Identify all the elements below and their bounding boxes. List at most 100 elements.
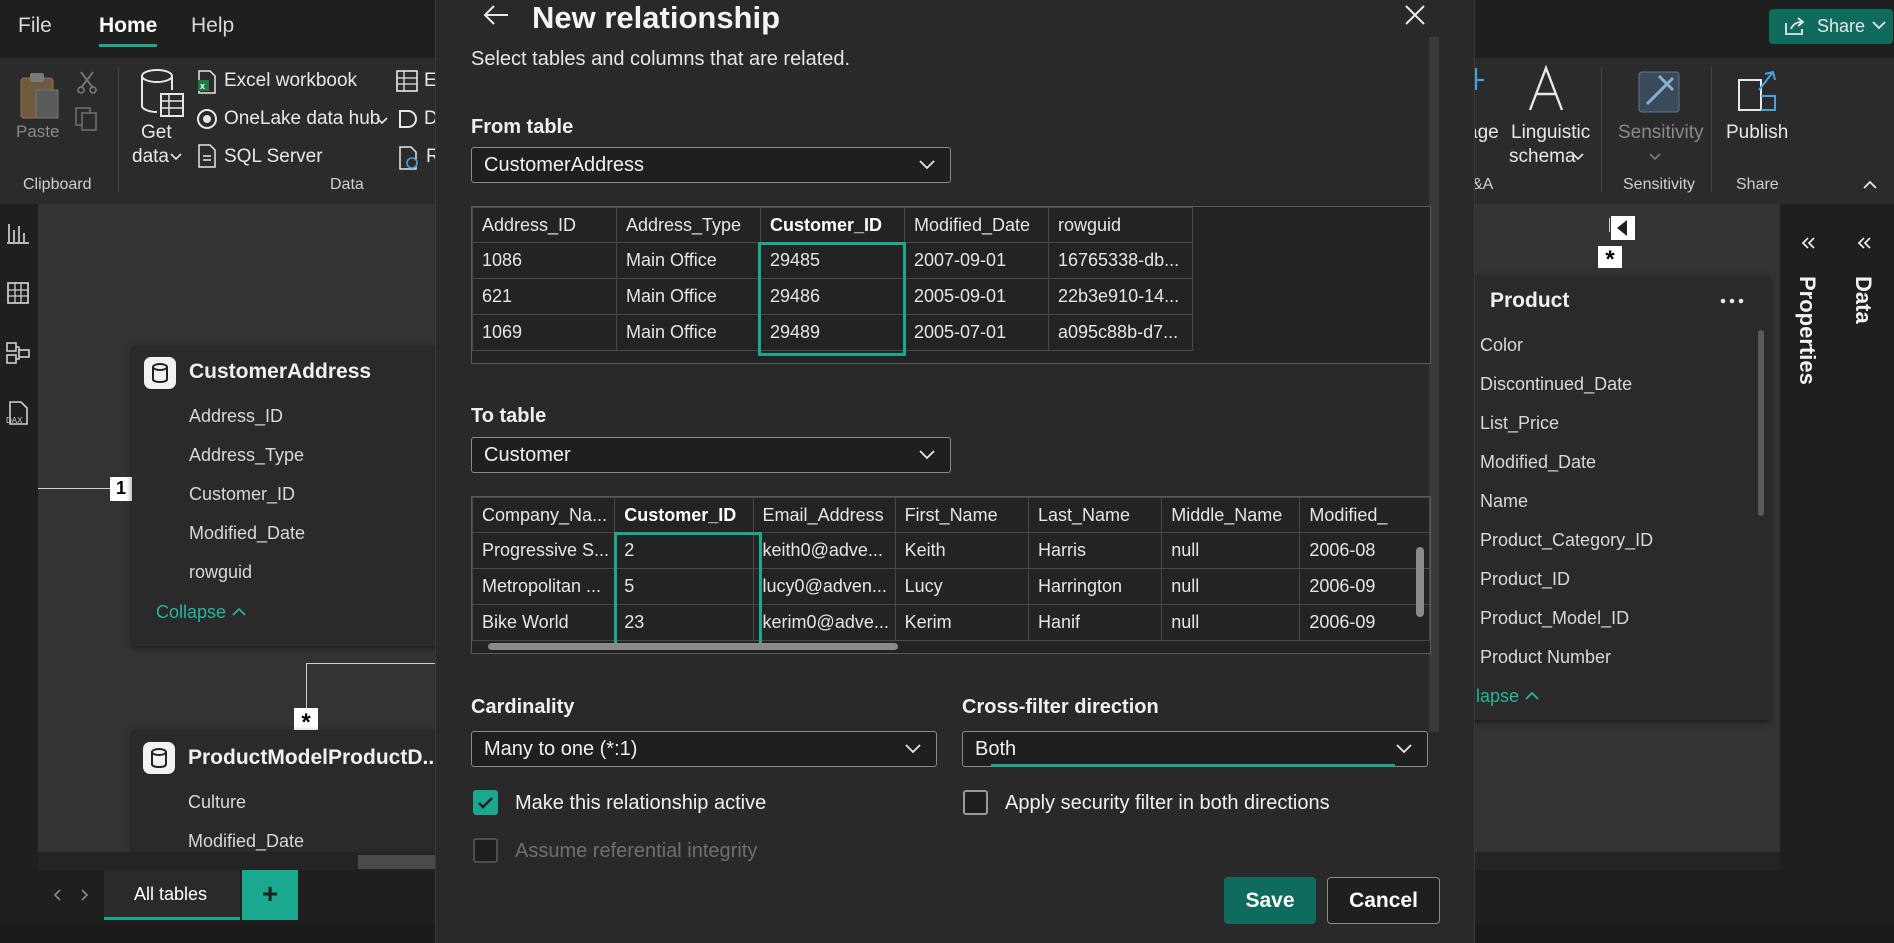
table-cell[interactable]: kerim0@adve... bbox=[752, 604, 896, 641]
table-cell[interactable]: 2007-09-01 bbox=[904, 242, 1049, 279]
relationship-line[interactable] bbox=[1609, 218, 1610, 232]
table-cell[interactable]: Hanif bbox=[1028, 604, 1163, 641]
cancel-button[interactable]: Cancel bbox=[1327, 877, 1440, 924]
from-table-select[interactable]: CustomerAddress bbox=[471, 147, 951, 183]
table-view-icon[interactable] bbox=[5, 280, 31, 306]
table-cell[interactable]: 2006-09 bbox=[1299, 568, 1430, 605]
data-pane-collapsed[interactable]: Data bbox=[1838, 204, 1894, 924]
table-card-customeraddress[interactable]: CustomerAddress Address_ID Address_Type … bbox=[132, 346, 472, 646]
add-layout-button[interactable]: + bbox=[242, 870, 298, 920]
tab-scroll-left-icon[interactable] bbox=[52, 888, 62, 902]
save-button[interactable]: Save bbox=[1224, 877, 1316, 924]
column-header[interactable]: Company_Na... bbox=[472, 497, 616, 533]
chevron-up-icon[interactable] bbox=[1862, 178, 1878, 192]
security-filter-label[interactable]: Apply security filter in both directions bbox=[1005, 792, 1330, 815]
table-cell[interactable]: Main Office bbox=[616, 242, 761, 279]
copy-icon[interactable] bbox=[74, 106, 98, 132]
publish-button[interactable]: Publish bbox=[1726, 122, 1788, 144]
from-table-preview-grid[interactable]: Address_ID Address_Type Customer_ID Modi… bbox=[471, 206, 1431, 364]
linguistic-schema-icon[interactable] bbox=[1526, 64, 1566, 114]
table-cell[interactable]: 2006-09 bbox=[1299, 604, 1430, 641]
tab-scroll-right-icon[interactable] bbox=[80, 888, 90, 902]
table-cell[interactable]: Bike World bbox=[472, 604, 616, 641]
relationship-line[interactable] bbox=[38, 488, 112, 489]
table-cell[interactable]: Main Office bbox=[616, 278, 761, 315]
menu-home[interactable]: Home bbox=[99, 14, 157, 38]
publish-icon[interactable] bbox=[1735, 68, 1781, 116]
field-address-type[interactable]: Address_Type bbox=[189, 445, 304, 466]
collapse-link[interactable]: Collapse bbox=[156, 602, 247, 623]
table-cell[interactable]: 29486 bbox=[760, 278, 905, 315]
table-card-productmodelproductdescription[interactable]: ProductModelProductD... Culture Modified… bbox=[132, 730, 472, 854]
dax-query-icon[interactable]: DAX bbox=[5, 400, 31, 426]
field-product-id[interactable]: Product_ID bbox=[1480, 569, 1570, 590]
field-modified-date[interactable]: Modified_Date bbox=[189, 523, 305, 544]
cross-filter-select[interactable]: Both bbox=[962, 731, 1428, 767]
field-product-model-id[interactable]: Product_Model_ID bbox=[1480, 608, 1629, 629]
table-cell[interactable]: a095c88b-d7... bbox=[1048, 314, 1193, 351]
table-cell[interactable]: 22b3e910-14... bbox=[1048, 278, 1193, 315]
table-cell[interactable]: 29485 bbox=[760, 242, 905, 279]
table-cell[interactable]: 29489 bbox=[760, 314, 905, 351]
table-cell[interactable]: null bbox=[1161, 532, 1301, 569]
table-cell[interactable]: Kerim bbox=[894, 604, 1030, 641]
column-header-selected[interactable]: Customer_ID bbox=[614, 497, 754, 533]
field-color[interactable]: Color bbox=[1480, 335, 1523, 356]
security-filter-checkbox[interactable] bbox=[963, 790, 988, 815]
expand-left-icon[interactable] bbox=[1800, 236, 1816, 250]
linguistic-schema-label-1[interactable]: Linguistic bbox=[1511, 122, 1590, 144]
menu-file[interactable]: File bbox=[18, 14, 52, 38]
column-header[interactable]: Address_Type bbox=[616, 207, 761, 243]
table-cell[interactable]: 2 bbox=[614, 532, 754, 569]
menu-help[interactable]: Help bbox=[191, 14, 234, 38]
column-header[interactable]: Address_ID bbox=[472, 207, 617, 243]
close-icon[interactable] bbox=[1404, 4, 1426, 26]
card-scrollbar[interactable] bbox=[1758, 330, 1764, 516]
table-cell[interactable]: Lucy bbox=[894, 568, 1030, 605]
table-cell[interactable]: 2005-09-01 bbox=[904, 278, 1049, 315]
table-cell[interactable]: 2006-08 bbox=[1299, 532, 1430, 569]
table-cell[interactable]: 16765338-db... bbox=[1048, 242, 1193, 279]
excel-workbook-button[interactable]: Excel workbook bbox=[224, 70, 357, 92]
database-icon[interactable] bbox=[139, 68, 185, 120]
table-cell[interactable]: 2005-07-01 bbox=[904, 314, 1049, 351]
column-header[interactable]: Email_Address bbox=[752, 497, 896, 533]
field-modified-date[interactable]: Modified_Date bbox=[1480, 452, 1596, 473]
to-table-select[interactable]: Customer bbox=[471, 437, 951, 473]
get-data-label-1[interactable]: Get bbox=[141, 122, 172, 144]
field-rowguid[interactable]: rowguid bbox=[189, 562, 252, 583]
onelake-data-hub-button[interactable]: OneLake data hub bbox=[224, 108, 380, 130]
linguistic-schema-label-2[interactable]: schema bbox=[1509, 146, 1576, 168]
relationship-line[interactable] bbox=[306, 663, 307, 711]
column-header[interactable]: Middle_Name bbox=[1161, 497, 1301, 533]
table-cell[interactable]: 1086 bbox=[472, 242, 617, 279]
grid-horizontal-scrollbar[interactable] bbox=[488, 643, 898, 650]
field-product-category-id[interactable]: Product_Category_ID bbox=[1480, 530, 1653, 551]
table-cell[interactable]: null bbox=[1161, 604, 1301, 641]
model-view-icon[interactable] bbox=[5, 340, 31, 366]
column-header[interactable]: rowguid bbox=[1048, 207, 1193, 243]
active-checkbox-label[interactable]: Make this relationship active bbox=[515, 792, 766, 815]
table-cell[interactable]: null bbox=[1161, 568, 1301, 605]
expand-left-icon[interactable] bbox=[1856, 236, 1872, 250]
cut-icon[interactable] bbox=[76, 70, 98, 94]
table-cell[interactable]: lucy0@adven... bbox=[752, 568, 896, 605]
table-cell[interactable]: keith0@adve... bbox=[752, 532, 896, 569]
sensitivity-icon[interactable] bbox=[1637, 66, 1683, 116]
cardinality-select[interactable]: Many to one (*:1) bbox=[471, 731, 937, 767]
field-modified-date[interactable]: Modified_Date bbox=[188, 831, 304, 852]
paste-icon[interactable] bbox=[18, 70, 62, 122]
table-cell[interactable]: Metropolitan ... bbox=[472, 568, 616, 605]
table-card-product[interactable]: Product Color Discontinued_Date List_Pri… bbox=[1458, 276, 1770, 720]
tab-all-tables[interactable]: All tables bbox=[104, 870, 240, 920]
table-cell[interactable]: Harris bbox=[1028, 532, 1163, 569]
properties-pane-label[interactable]: Properties bbox=[1794, 276, 1820, 385]
column-header[interactable]: Last_Name bbox=[1028, 497, 1163, 533]
field-discontinued-date[interactable]: Discontinued_Date bbox=[1480, 374, 1632, 395]
table-cell[interactable]: 5 bbox=[614, 568, 754, 605]
table-cell[interactable]: Main Office bbox=[616, 314, 761, 351]
table-cell[interactable]: Keith bbox=[894, 532, 1030, 569]
relationship-line[interactable] bbox=[306, 663, 436, 664]
column-header-selected[interactable]: Customer_ID bbox=[760, 207, 905, 243]
field-culture[interactable]: Culture bbox=[188, 792, 246, 813]
